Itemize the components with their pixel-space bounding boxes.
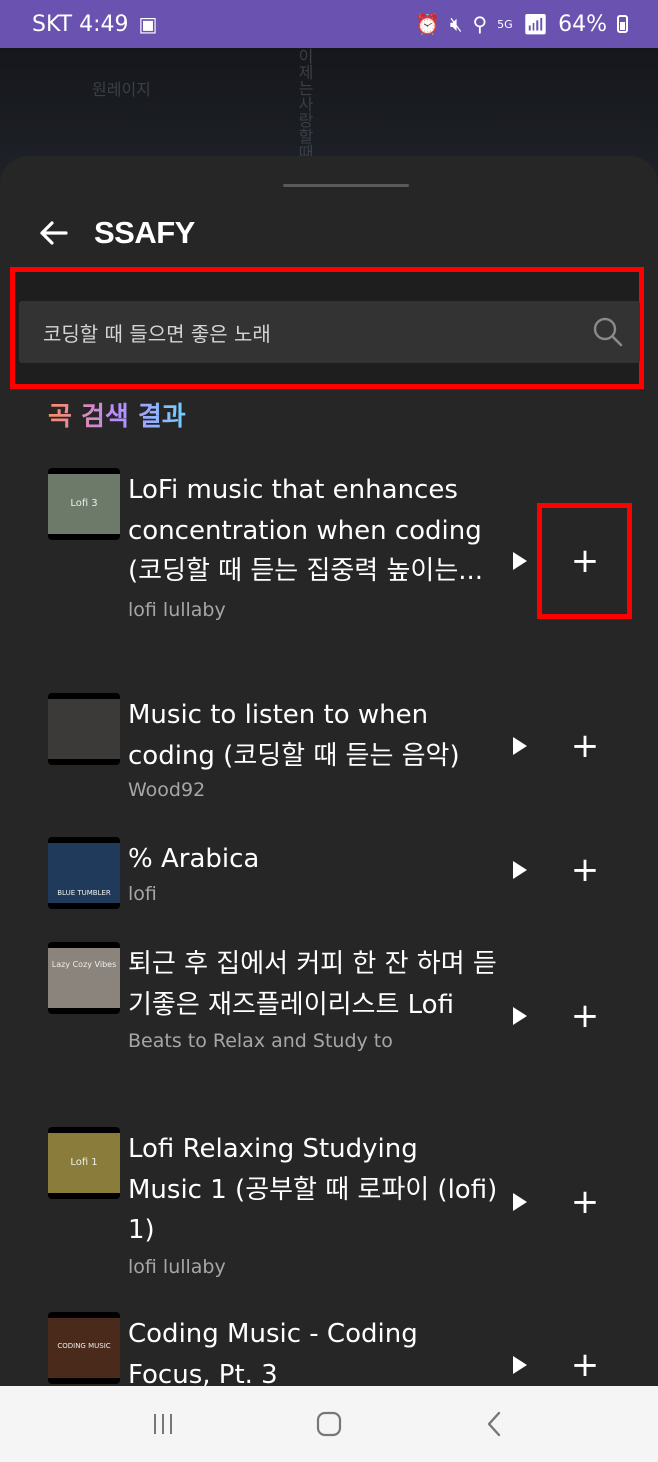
search-icon[interactable] bbox=[592, 316, 624, 348]
add-button[interactable]: + bbox=[565, 850, 605, 890]
album-thumbnail bbox=[48, 693, 120, 765]
location-icon: ⚲ bbox=[472, 12, 488, 36]
page-title: SSAFY bbox=[94, 215, 195, 250]
playlist-add-sheet: SSAFY 곡 검색 결과 Lofi 3 LoFi music that enh… bbox=[0, 156, 658, 1386]
play-icon[interactable] bbox=[508, 1191, 530, 1213]
song-info: Lofi Relaxing Studying Music 1 (공부할 때 로파… bbox=[128, 1129, 498, 1281]
add-button[interactable]: + bbox=[565, 1182, 605, 1222]
artist-name: lofi bbox=[128, 882, 157, 905]
thumb-label: BLUE TUMBLER bbox=[57, 889, 111, 897]
album-thumbnail: BLUE TUMBLER bbox=[48, 837, 120, 909]
back-chevron-icon[interactable] bbox=[480, 1409, 510, 1439]
carrier-time: SKT 4:49 bbox=[32, 11, 129, 37]
song-title: Lofi Relaxing Studying Music 1 (공부할 때 로파… bbox=[128, 1134, 498, 1245]
list-item[interactable]: Lofi 3 LoFi music that enhances concentr… bbox=[0, 468, 658, 693]
thumb-label: Lofi 1 bbox=[70, 1157, 98, 1168]
list-item[interactable]: Lazy Cozy Vibes 퇴근 후 집에서 커피 한 잔 하며 듣기좋은 … bbox=[0, 942, 658, 1127]
signal-icon: 📶︎ bbox=[522, 12, 549, 36]
song-title: Music to listen to when coding (코딩할 때 듣는… bbox=[128, 700, 460, 771]
thumb-label: CODING MUSIC bbox=[57, 1342, 111, 1350]
play-icon[interactable] bbox=[508, 1005, 530, 1027]
album-thumbnail: Lofi 3 bbox=[48, 468, 120, 540]
mute-icon: 🔇︎ bbox=[449, 12, 463, 36]
results-list: Lofi 3 LoFi music that enhances concentr… bbox=[0, 468, 658, 1386]
backdrop-text-right: 이제는사랑할때 bbox=[295, 48, 314, 160]
list-item[interactable]: BLUE TUMBLER % Arabica lofi + bbox=[0, 837, 658, 942]
drag-handle[interactable] bbox=[283, 184, 409, 187]
battery-icon bbox=[617, 15, 628, 33]
search-box bbox=[19, 301, 640, 363]
list-item[interactable]: CODING MUSIC Coding Music - Coding Focus… bbox=[0, 1312, 658, 1386]
song-info: 퇴근 후 집에서 커피 한 잔 하며 듣기좋은 재즈플레이리스트 Lofi Be… bbox=[128, 944, 498, 1055]
sheet-header: SSAFY bbox=[36, 208, 195, 258]
system-nav-bar bbox=[0, 1386, 658, 1462]
play-icon[interactable] bbox=[508, 859, 530, 881]
add-button[interactable]: + bbox=[565, 996, 605, 1036]
artist-name: lofi lullaby bbox=[128, 598, 226, 621]
artist-name: Wood92 bbox=[128, 779, 206, 801]
thumb-label: Lofi 3 bbox=[70, 498, 98, 509]
album-thumbnail: Lazy Cozy Vibes bbox=[48, 942, 120, 1014]
song-title: LoFi music that enhances concentration w… bbox=[128, 475, 484, 586]
network-type: 5G bbox=[497, 17, 513, 31]
home-icon[interactable] bbox=[314, 1409, 344, 1439]
album-thumbnail: Lofi 1 bbox=[48, 1127, 120, 1199]
song-info: LoFi music that enhances concentration w… bbox=[128, 470, 498, 624]
battery-level: 64% bbox=[558, 11, 607, 37]
recents-icon[interactable] bbox=[148, 1409, 178, 1439]
song-title: % Arabica bbox=[128, 844, 260, 874]
list-item[interactable]: Music to listen to when coding (코딩할 때 듣는… bbox=[0, 693, 658, 837]
play-icon[interactable] bbox=[508, 1354, 530, 1376]
song-title: Coding Music - Coding Focus, Pt. 3 bbox=[128, 1319, 418, 1386]
song-info: Music to listen to when coding (코딩할 때 듣는… bbox=[128, 695, 498, 804]
gallery-icon: ▣ bbox=[138, 12, 158, 36]
artist-name: Beats to Relax and Study to bbox=[128, 1030, 393, 1052]
thumb-label: Lazy Cozy Vibes bbox=[51, 960, 117, 969]
artist-name: lofi lullaby bbox=[128, 1255, 226, 1278]
album-thumbnail: CODING MUSIC bbox=[48, 1312, 120, 1384]
search-highlight bbox=[10, 267, 644, 389]
play-icon[interactable] bbox=[508, 735, 530, 757]
search-input[interactable] bbox=[43, 301, 583, 363]
song-info: % Arabica lofi bbox=[128, 839, 498, 908]
status-bar: SKT 4:49 ▣ ⏰ 🔇︎ ⚲ 5G 📶︎ 64% bbox=[0, 0, 658, 48]
alarm-icon: ⏰ bbox=[415, 12, 440, 36]
song-info: Coding Music - Coding Focus, Pt. 3 bbox=[128, 1314, 498, 1386]
list-item[interactable]: Lofi 1 Lofi Relaxing Studying Music 1 (공… bbox=[0, 1127, 658, 1312]
song-title: 퇴근 후 집에서 커피 한 잔 하며 듣기좋은 재즈플레이리스트 Lofi bbox=[128, 949, 497, 1020]
play-icon[interactable] bbox=[508, 550, 530, 572]
backdrop-text-left: 원레이지 bbox=[92, 80, 151, 99]
section-title: 곡 검색 결과 bbox=[48, 396, 186, 433]
add-button[interactable]: + bbox=[565, 726, 605, 766]
arrow-left-icon[interactable] bbox=[36, 215, 72, 251]
add-button[interactable]: + bbox=[565, 1345, 605, 1385]
add-button[interactable]: + bbox=[565, 541, 605, 581]
